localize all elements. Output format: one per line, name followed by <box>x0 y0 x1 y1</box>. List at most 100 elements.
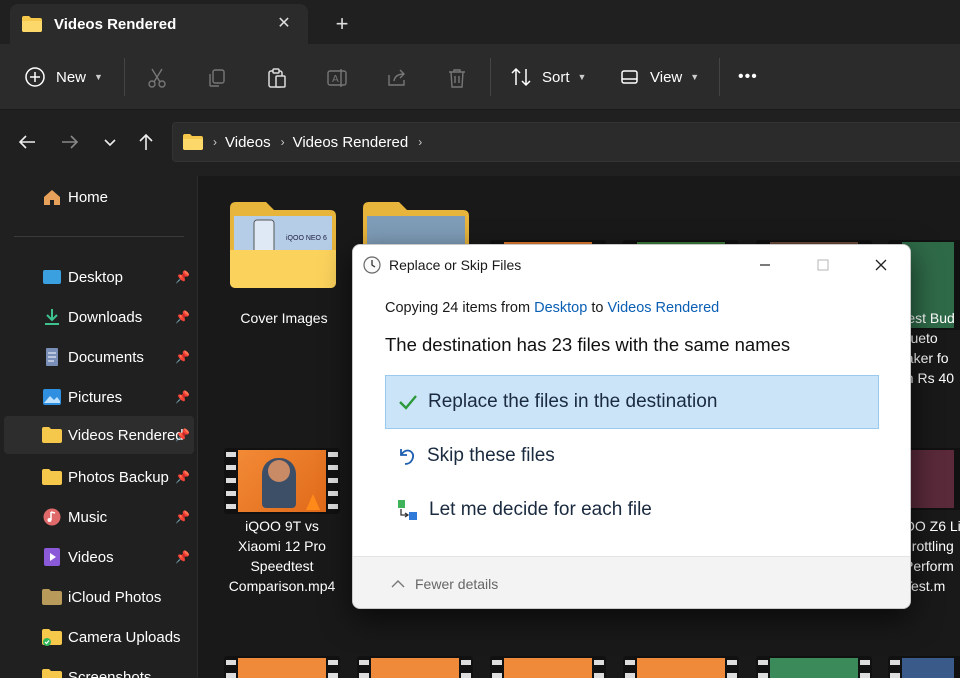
view-button[interactable]: View ▼ <box>620 63 699 91</box>
sort-label: Sort <box>542 68 570 86</box>
more-options-button[interactable]: ••• <box>738 63 758 91</box>
copying-to: to <box>591 300 604 316</box>
sidebar-item-label: Documents <box>68 348 144 366</box>
breadcrumb-videos-rendered[interactable]: Videos Rendered <box>293 134 409 151</box>
details-toggle[interactable]: Fewer details <box>353 556 910 608</box>
sidebar-item-desktop[interactable]: Desktop 📌 <box>4 258 194 296</box>
source-link[interactable]: Desktop <box>534 300 587 316</box>
sidebar-item-icloud-photos[interactable]: iCloud Photos <box>4 578 194 616</box>
more-options-icon: ••• <box>738 68 758 85</box>
sidebar-item-label: Videos <box>68 548 114 566</box>
new-button[interactable]: New ▼ <box>24 63 103 91</box>
skip-files-option[interactable]: Skip these files <box>385 429 879 483</box>
breadcrumb-separator-icon[interactable]: › <box>213 135 217 149</box>
video-thumbnail[interactable] <box>490 656 606 678</box>
sidebar-item-label: iCloud Photos <box>68 588 162 606</box>
share-icon[interactable] <box>385 66 409 90</box>
sidebar-item-videos[interactable]: Videos 📌 <box>4 538 194 576</box>
video-thumbnail[interactable] <box>224 656 340 678</box>
folder-cover-images[interactable]: iQOO NEO 6 <box>230 202 336 288</box>
pin-icon[interactable]: 📌 <box>175 510 190 524</box>
close-tab-icon[interactable]: ✕ <box>274 13 294 33</box>
video-thumbnail-iqoo-9t[interactable] <box>224 448 340 514</box>
details-label: Fewer details <box>415 575 499 592</box>
forward-button[interactable] <box>58 130 82 154</box>
folder-icon <box>42 427 62 443</box>
sidebar-item-downloads[interactable]: Downloads 📌 <box>4 298 194 336</box>
tab-title: Videos Rendered <box>54 15 177 33</box>
caption-line: hrottling <box>904 538 954 554</box>
sidebar-item-home[interactable]: Home <box>4 178 194 216</box>
video-thumbnail[interactable] <box>357 656 473 678</box>
pin-icon[interactable]: 📌 <box>175 550 190 564</box>
pin-icon[interactable]: 📌 <box>175 310 190 324</box>
sidebar-item-videos-rendered[interactable]: Videos Rendered 📌 <box>4 416 194 454</box>
arrow-left-icon <box>18 135 35 149</box>
caption-line: Test.m <box>904 578 946 594</box>
sidebar-item-documents[interactable]: Documents 📌 <box>4 338 194 376</box>
chevron-down-icon: ▼ <box>690 72 700 82</box>
pin-icon[interactable]: 📌 <box>175 390 190 404</box>
delete-icon[interactable] <box>445 66 469 90</box>
video-thumbnail[interactable] <box>888 656 960 678</box>
sidebar-item-label: Photos Backup <box>68 468 169 486</box>
folder-icon <box>183 134 203 150</box>
compare-files-icon <box>398 500 417 520</box>
sidebar-item-label: Downloads <box>68 308 143 326</box>
new-tab-button[interactable]: + <box>330 11 354 36</box>
dialog-title-bar[interactable]: Replace or Skip Files <box>353 245 910 285</box>
pin-icon[interactable]: 📌 <box>175 270 190 284</box>
view-label: View <box>650 68 683 86</box>
sidebar-item-label: Camera Uploads <box>68 628 181 646</box>
close-button[interactable] <box>869 253 893 277</box>
rename-icon[interactable]: A <box>325 66 349 90</box>
copy-icon[interactable] <box>205 66 229 90</box>
paste-icon[interactable] <box>265 66 289 90</box>
cut-icon[interactable] <box>145 66 169 90</box>
tab-videos-rendered[interactable]: Videos Rendered ✕ <box>10 4 308 44</box>
decide-each-file-option[interactable]: Let me decide for each file <box>385 483 879 537</box>
back-button[interactable] <box>15 130 39 154</box>
sidebar-item-screenshots[interactable]: Screenshots <box>4 658 194 678</box>
caption-line: Comparison.mp4 <box>228 578 336 594</box>
folder-icon <box>42 589 62 605</box>
chevron-up-icon <box>391 579 405 587</box>
sort-button[interactable]: Sort ▼ <box>510 63 586 91</box>
sidebar-item-pictures[interactable]: Pictures 📌 <box>4 378 194 416</box>
new-label: New <box>56 68 87 86</box>
sidebar-item-label: Pictures <box>68 388 123 406</box>
music-icon <box>43 508 61 526</box>
tab-bar: Videos Rendered ✕ + <box>0 0 960 44</box>
toolbar-divider <box>124 58 125 96</box>
sidebar-divider <box>14 236 184 237</box>
address-bar[interactable]: › Videos › Videos Rendered › <box>172 122 960 162</box>
minimize-button[interactable] <box>753 253 777 277</box>
replace-or-skip-dialog: Replace or Skip Files Copying 24 items f… <box>352 244 911 609</box>
sidebar-item-camera-uploads[interactable]: Camera Uploads <box>4 618 194 656</box>
video-thumbnail[interactable] <box>623 656 739 678</box>
pin-icon[interactable]: 📌 <box>175 428 190 442</box>
recent-locations-button[interactable] <box>98 130 122 154</box>
sidebar-item-label: Home <box>68 188 109 206</box>
breadcrumb-videos[interactable]: Videos <box>225 134 271 151</box>
download-icon <box>45 309 59 325</box>
sidebar-item-music[interactable]: Music 📌 <box>4 498 194 536</box>
pin-icon[interactable]: 📌 <box>175 350 190 364</box>
maximize-button[interactable] <box>811 253 835 277</box>
breadcrumb-separator-icon[interactable]: › <box>418 135 422 149</box>
replace-files-option[interactable]: Replace the files in the destination <box>385 375 879 429</box>
sidebar-item-photos-backup[interactable]: Photos Backup 📌 <box>4 458 194 496</box>
breadcrumb-separator-icon[interactable]: › <box>281 135 285 149</box>
copying-prefix: Copying 24 items from <box>385 300 531 316</box>
toolbar-divider <box>719 58 720 96</box>
up-button[interactable] <box>134 130 158 154</box>
video-thumbnail[interactable] <box>756 656 872 678</box>
navigation-pane: Home Desktop 📌 Downloads 📌 Documents 📌 P… <box>0 176 198 678</box>
document-icon <box>46 348 58 366</box>
destination-link[interactable]: Videos Rendered <box>607 300 719 316</box>
sidebar-item-label: Desktop <box>68 268 124 286</box>
svg-text:A: A <box>332 74 339 85</box>
pin-icon[interactable]: 📌 <box>175 470 190 484</box>
option-label: Let me decide for each file <box>429 499 652 520</box>
desktop-icon <box>43 270 61 284</box>
